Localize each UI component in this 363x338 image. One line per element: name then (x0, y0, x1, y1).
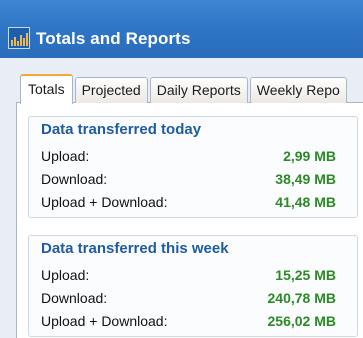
week-download-row: Download: 240,78 MB (41, 290, 336, 310)
title-bar[interactable]: Totals and Reports (0, 0, 363, 58)
today-total-row: Upload + Download: 41,48 MB (41, 194, 336, 214)
today-total-value: 41,48 MB (275, 194, 336, 210)
today-upload-row: Upload: 2,99 MB (41, 148, 336, 168)
today-upload-value: 2,99 MB (283, 148, 336, 164)
week-upload-value: 15,25 MB (275, 267, 336, 283)
tab-projected[interactable]: Projected (74, 77, 148, 103)
today-total-label: Upload + Download: (41, 194, 168, 210)
week-total-value: 256,02 MB (267, 313, 336, 329)
main-panel: Totals Projected Daily Reports Weekly Re… (0, 58, 363, 338)
week-group: Data transferred this week Upload: 15,25… (28, 235, 358, 337)
tab-strip: Totals Projected Daily Reports Weekly Re… (20, 73, 349, 104)
today-upload-label: Upload: (41, 148, 90, 164)
bar-graph-icon (8, 27, 30, 49)
week-upload-label: Upload: (41, 267, 90, 283)
today-download-row: Download: 38,49 MB (41, 171, 336, 191)
tab-daily-reports[interactable]: Daily Reports (149, 77, 248, 103)
week-group-title: Data transferred this week (41, 240, 229, 257)
tab-weekly-reports[interactable]: Weekly Repo (249, 77, 347, 103)
week-total-label: Upload + Download: (41, 313, 168, 329)
week-download-label: Download: (41, 290, 108, 306)
today-group: Data transferred today Upload: 2,99 MB D… (28, 116, 358, 218)
week-upload-row: Upload: 15,25 MB (41, 267, 336, 287)
window-title: Totals and Reports (36, 29, 191, 48)
tab-totals[interactable]: Totals (20, 74, 73, 104)
today-download-label: Download: (41, 171, 108, 187)
today-download-value: 38,49 MB (275, 171, 336, 187)
week-total-row: Upload + Download: 256,02 MB (41, 313, 336, 333)
today-group-title: Data transferred today (41, 121, 202, 138)
week-download-value: 240,78 MB (267, 290, 336, 306)
